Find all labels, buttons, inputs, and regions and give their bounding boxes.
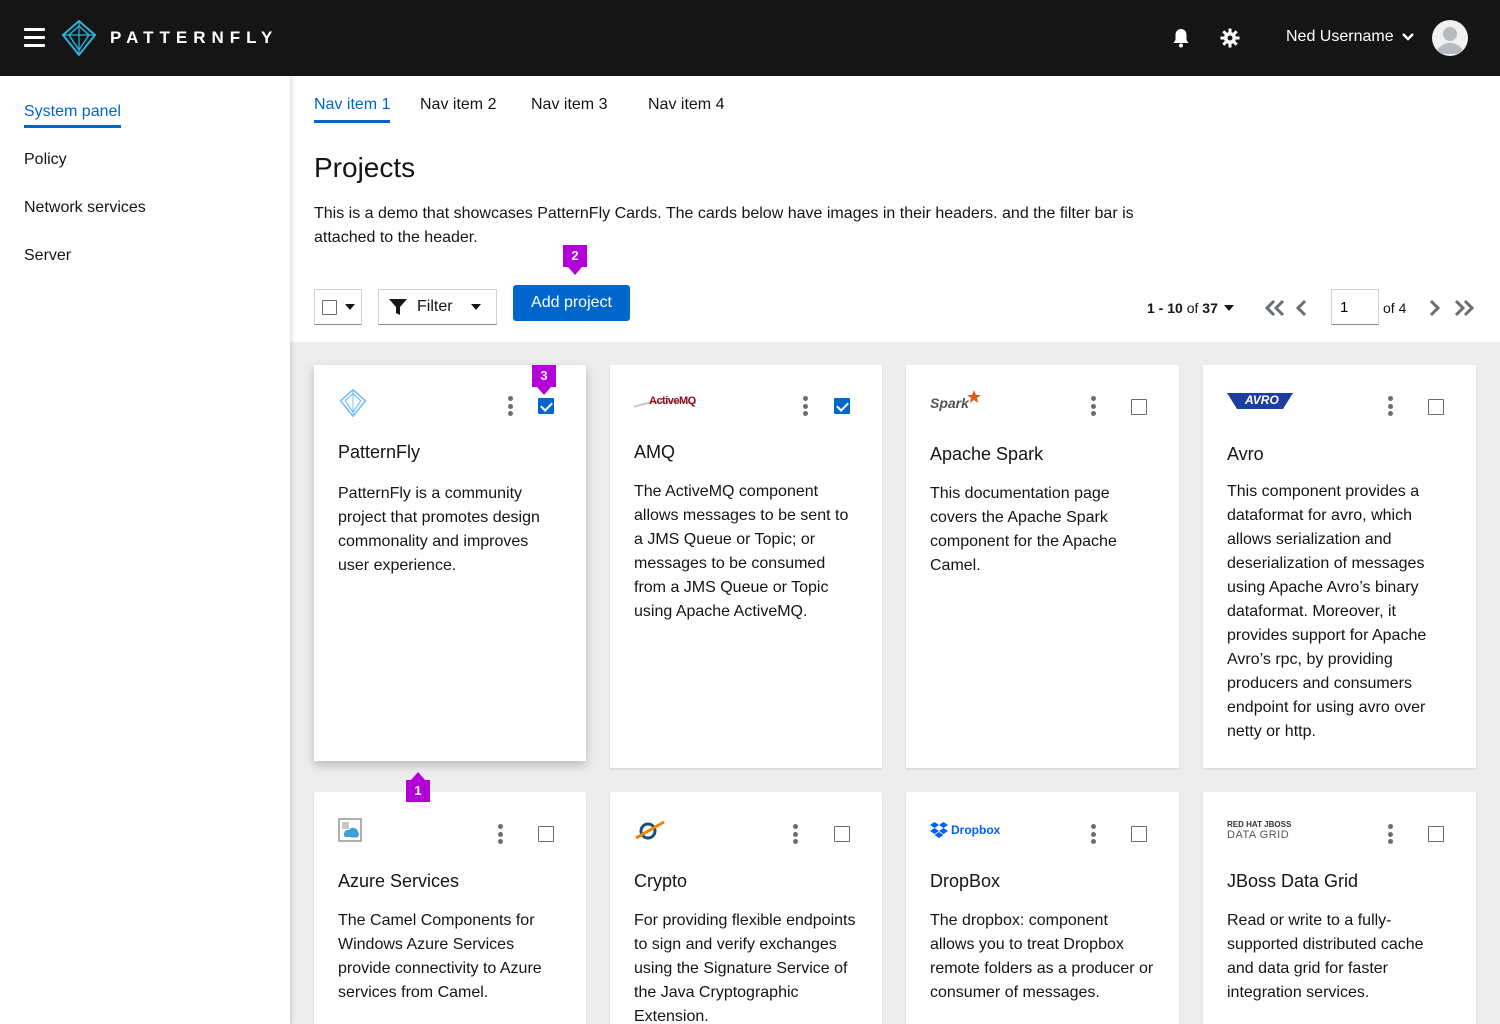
spark-logo-text: Spark: [930, 395, 969, 411]
card-jboss-data-grid[interactable]: RED HAT JBOSS DATA GRID JBoss Data Grid …: [1203, 792, 1476, 1024]
total-pages-label: of 4: [1383, 300, 1407, 316]
card-avro[interactable]: AVRO Avro This component provides a data…: [1203, 365, 1476, 768]
azure-logo-icon: [338, 816, 362, 844]
card-body: PatternFly is a community project that p…: [338, 485, 540, 574]
sidebar: System panel Policy Network services Ser…: [0, 76, 290, 1024]
card-title: JBoss Data Grid: [1227, 871, 1359, 891]
card-title: Crypto: [634, 871, 688, 891]
user-name: Ned Username: [1286, 28, 1394, 45]
page-title: Projects: [314, 152, 416, 183]
card-azure-services[interactable]: Azure Services The Camel Components for …: [314, 792, 586, 1024]
filter-label: Filter: [417, 298, 453, 315]
jboss-datagrid-logo-icon: RED HAT JBOSS DATA GRID: [1227, 816, 1291, 844]
avatar[interactable]: [1432, 20, 1468, 56]
kebab-menu-icon[interactable]: [802, 396, 808, 416]
callout-badge-1: 1: [406, 772, 430, 802]
kebab-menu-icon[interactable]: [792, 824, 798, 844]
kebab-menu-icon[interactable]: [497, 824, 503, 844]
tab-nav-item-4[interactable]: Nav item 4: [648, 96, 724, 114]
callout-badge-3: 3: [532, 365, 556, 395]
card-body: The Camel Components for Windows Azure S…: [338, 912, 542, 1001]
next-page-icon[interactable]: [1428, 299, 1450, 317]
card-select-checkbox[interactable]: [1428, 399, 1444, 415]
card-select-checkbox[interactable]: [1428, 826, 1444, 842]
bell-icon[interactable]: [1170, 27, 1192, 49]
tab-nav-item-3[interactable]: Nav item 3: [531, 96, 607, 114]
pagination-range: 1 - 10: [1147, 300, 1183, 316]
jboss-logo-text-bottom: DATA GRID: [1227, 829, 1290, 841]
card-title: AMQ: [634, 442, 676, 462]
hamburger-menu-icon[interactable]: [24, 28, 45, 47]
dropbox-logo-text: Dropbox: [951, 823, 1001, 837]
card-select-checkbox[interactable]: [1131, 826, 1147, 842]
card-crypto[interactable]: Crypto For providing flexible endpoints …: [610, 792, 882, 1024]
pagination-options-toggle[interactable]: 1 - 10 of 37: [1147, 300, 1234, 316]
sidebar-item-server[interactable]: Server: [24, 247, 71, 265]
card-body: The ActiveMQ component allows messages t…: [634, 483, 849, 620]
activemq-logo-icon: ActiveMQ: [634, 389, 696, 417]
spark-logo-icon: Spark: [930, 389, 981, 417]
kebab-menu-icon[interactable]: [1090, 396, 1096, 416]
caret-down-icon: [345, 304, 355, 310]
tab-nav-item-1[interactable]: Nav item 1: [314, 96, 391, 123]
user-menu-toggle[interactable]: Ned Username: [1286, 28, 1414, 46]
card-select-checkbox[interactable]: [538, 826, 554, 842]
caret-down-icon: [1223, 305, 1234, 311]
card-select-checkbox[interactable]: [1131, 399, 1147, 415]
card-apache-spark[interactable]: Spark Apache Spark This documentation pa…: [906, 365, 1179, 768]
caret-down-icon: [470, 304, 481, 310]
card-amq[interactable]: ActiveMQ AMQ The ActiveMQ component allo…: [610, 365, 882, 768]
card-title: Avro: [1227, 444, 1264, 464]
avro-logo-icon: AVRO: [1227, 387, 1293, 415]
card-body: This component provides a dataformat for…: [1227, 483, 1427, 740]
masthead: PATTERNFLY Ned Username: [0, 0, 1500, 76]
pagination-of: of: [1186, 300, 1199, 316]
gear-icon[interactable]: [1219, 27, 1241, 49]
kebab-menu-icon[interactable]: [1387, 824, 1393, 844]
page-description: This is a demo that showcases PatternFly…: [314, 205, 1134, 246]
callout-badge-2: 2: [563, 245, 587, 275]
kebab-menu-icon[interactable]: [1387, 396, 1393, 416]
kebab-menu-icon[interactable]: [507, 396, 513, 416]
card-title: DropBox: [930, 871, 1001, 891]
last-page-icon[interactable]: [1453, 299, 1475, 317]
sidebar-item-policy[interactable]: Policy: [24, 151, 67, 169]
card-dropbox[interactable]: Dropbox DropBox The dropbox: component a…: [906, 792, 1179, 1024]
filter-dropdown[interactable]: Filter: [378, 289, 497, 325]
dropbox-logo-icon: Dropbox: [930, 816, 1000, 844]
crypto-logo-icon: [634, 816, 666, 844]
card-body: The dropbox: component allows you to tre…: [930, 912, 1154, 1001]
patternfly-logo-icon: [338, 389, 368, 417]
sidebar-item-system-panel[interactable]: System panel: [24, 103, 121, 128]
previous-page-icon[interactable]: [1294, 299, 1316, 317]
card-title: Apache Spark: [930, 444, 1044, 464]
sidebar-item-network-services[interactable]: Network services: [24, 199, 146, 217]
chevron-down-icon: [1401, 33, 1414, 41]
avro-logo-text: AVRO: [1245, 393, 1279, 407]
activemq-logo-text: ActiveMQ: [649, 395, 696, 407]
card-title: Azure Services: [338, 871, 460, 891]
card-select-checkbox[interactable]: [834, 826, 850, 842]
card-patternfly[interactable]: PatternFly PatternFly is a community pro…: [314, 365, 586, 761]
card-select-checkbox[interactable]: [834, 398, 850, 414]
bulk-select-dropdown[interactable]: [314, 289, 362, 325]
card-body: Read or write to a fully-supported distr…: [1227, 912, 1424, 1001]
current-page-input[interactable]: [1331, 289, 1379, 325]
bulk-select-checkbox[interactable]: [322, 299, 337, 315]
first-page-icon[interactable]: [1264, 299, 1286, 317]
add-project-button[interactable]: Add project: [513, 285, 630, 321]
tab-nav-item-2[interactable]: Nav item 2: [420, 96, 496, 114]
brand-name: PATTERNFLY: [110, 28, 279, 47]
filter-icon: [389, 299, 407, 315]
card-gallery: PatternFly PatternFly is a community pro…: [290, 342, 1500, 1024]
pagination-total: 37: [1202, 300, 1218, 316]
card-select-checkbox[interactable]: [538, 398, 554, 414]
card-title: PatternFly: [338, 442, 421, 462]
kebab-menu-icon[interactable]: [1090, 824, 1096, 844]
patternfly-logo-icon[interactable]: [60, 19, 98, 61]
card-body: For providing flexible endpoints to sign…: [634, 912, 856, 1024]
card-body: This documentation page covers the Apach…: [930, 485, 1117, 574]
